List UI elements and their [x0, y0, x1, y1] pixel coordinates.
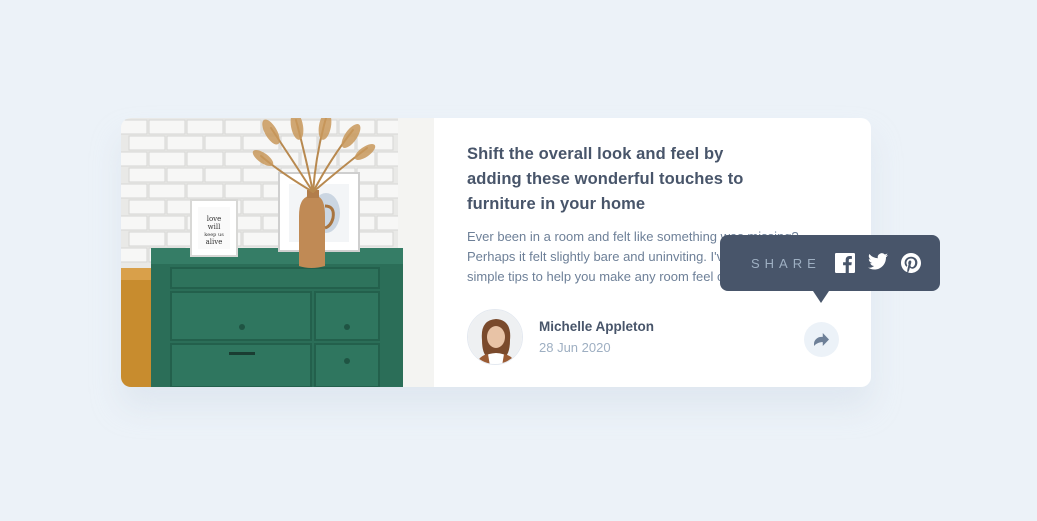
- author-block: Michelle Appleton 28 Jun 2020: [467, 309, 654, 365]
- twitter-icon[interactable]: [867, 253, 888, 273]
- frame-text-2: will: [208, 223, 221, 231]
- frame-text-1: love: [207, 215, 222, 223]
- frame-text-4: alive: [206, 238, 223, 246]
- facebook-icon[interactable]: [834, 253, 855, 273]
- pinterest-icon[interactable]: [900, 253, 921, 273]
- avatar: [467, 309, 523, 365]
- share-label: SHARE: [751, 255, 821, 271]
- share-button[interactable]: [804, 322, 839, 357]
- post-date: 28 Jun 2020: [539, 340, 611, 355]
- social-links: [834, 253, 921, 273]
- author-name: Michelle Appleton: [539, 319, 655, 334]
- share-tooltip: SHARE: [720, 235, 940, 303]
- drawers-image: love will keep us alive: [121, 118, 434, 387]
- share-icon: [814, 333, 829, 346]
- article-title[interactable]: Shift the overall look and feel by addin…: [467, 142, 767, 217]
